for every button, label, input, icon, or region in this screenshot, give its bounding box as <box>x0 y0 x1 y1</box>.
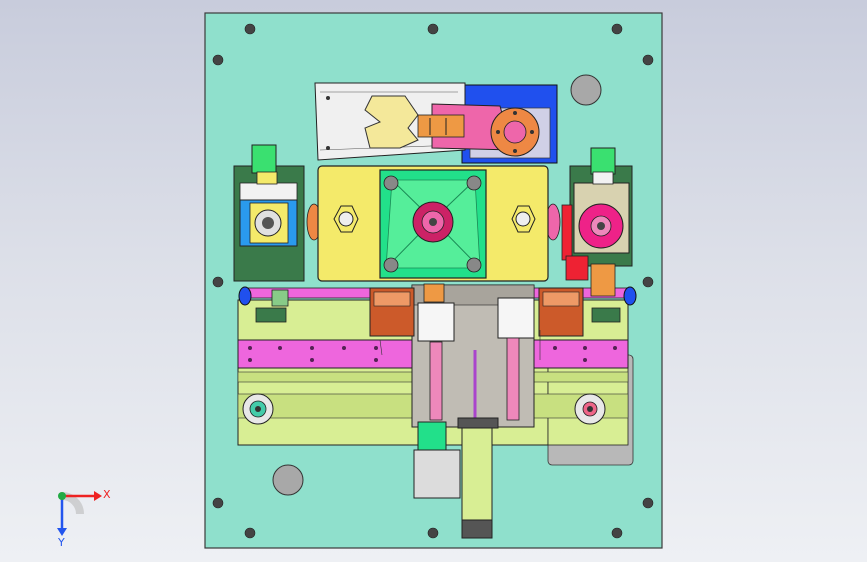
dowel-hole-top-right <box>570 74 602 106</box>
left-vertical-rail <box>429 341 443 421</box>
right-vertical-rail <box>506 337 520 421</box>
lower-gray-cylinder-box <box>413 449 461 499</box>
right-motor-cap <box>590 147 616 175</box>
left-blue-stop <box>238 286 252 306</box>
red-block <box>561 204 573 261</box>
x-axis-label: X <box>103 488 111 501</box>
left-motor-cap <box>251 144 277 174</box>
triad-origin <box>58 492 66 500</box>
gripper-fingers <box>417 114 465 138</box>
main-cylinder <box>461 421 493 525</box>
y-axis-label: Y <box>57 536 65 548</box>
dowel-hole-bottom-left <box>272 464 304 496</box>
right-blue-stop <box>623 286 637 306</box>
cylinder-rod-end <box>461 519 493 539</box>
coordinate-triad: X Y <box>57 488 111 548</box>
cad-viewport[interactable] <box>0 0 867 562</box>
right-sensor-box <box>497 297 535 339</box>
left-sensor-box <box>417 302 455 342</box>
lower-green-block <box>417 421 447 451</box>
